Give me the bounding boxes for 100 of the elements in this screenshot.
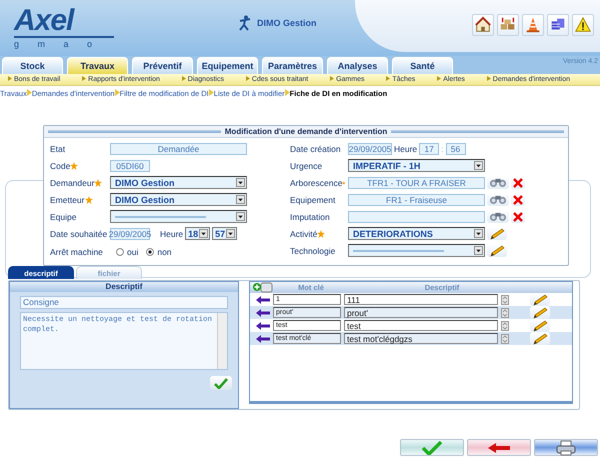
description-field[interactable]: 111 — [344, 294, 498, 305]
radio-label: non — [157, 247, 172, 257]
time-label: Heure — [160, 228, 184, 238]
field-label: Equipement — [290, 194, 336, 204]
checkmark-icon — [421, 440, 443, 454]
save-button[interactable] — [400, 439, 464, 456]
logo: Axel — [14, 6, 76, 36]
warning-icon[interactable] — [572, 14, 594, 36]
select-field[interactable] — [110, 210, 247, 223]
bullet-icon — [330, 76, 334, 81]
chevron-icon — [26, 89, 32, 96]
chevron-icon — [208, 89, 214, 96]
select-field[interactable]: IMPERATIF - 1H — [348, 159, 485, 172]
date-field[interactable]: 29/09/2005 — [110, 228, 150, 240]
section-header: Descriptif — [10, 282, 238, 292]
left-arrow-icon[interactable] — [256, 308, 270, 316]
nav-tab[interactable]: Stock — [2, 57, 63, 74]
boxes-icon[interactable] — [497, 14, 519, 36]
minute-field[interactable]: 56 — [446, 142, 466, 154]
delete-button[interactable] — [511, 193, 525, 206]
time-separator: : — [441, 144, 444, 154]
validate-button[interactable] — [210, 376, 232, 390]
spinner-icon[interactable] — [501, 320, 509, 330]
person-icon — [239, 15, 251, 31]
form-title: Modification d'une demande d'intervention — [224, 127, 388, 136]
field-label: Imputation — [290, 212, 330, 222]
edit-button[interactable] — [530, 319, 550, 332]
bullet-icon — [437, 76, 442, 81]
select-field[interactable] — [348, 244, 485, 257]
hour-field[interactable]: 17 — [419, 142, 440, 154]
user-name: DIMO Gestion — [257, 18, 317, 28]
hour-select[interactable]: 18 — [185, 227, 210, 240]
lookup-field[interactable]: FR1 - Fraiseuse — [348, 194, 485, 206]
chevron-icon — [114, 89, 120, 96]
field-label: Etat — [50, 144, 66, 154]
field-label: Activité — [290, 228, 318, 238]
binoculars-button[interactable] — [487, 176, 509, 189]
edit-button[interactable] — [487, 244, 507, 257]
select-field[interactable]: DETERIORATIONS — [348, 227, 485, 240]
field-label: Equipe — [50, 212, 76, 222]
logo-subtitle: g m a o — [14, 36, 114, 49]
radio-label: oui — [127, 247, 138, 257]
bullet-icon — [246, 76, 250, 81]
time-label: Heure — [394, 144, 418, 154]
nav-tab[interactable]: Préventif — [132, 57, 193, 74]
field-label: Arrêt machine — [50, 247, 103, 257]
printer-icon — [556, 440, 576, 456]
description-field[interactable]: prout' — [344, 307, 498, 318]
field-label: Demandeur — [50, 178, 94, 188]
field-label: Technologie — [290, 246, 336, 256]
date-field[interactable]: 29/09/2005 — [348, 142, 392, 154]
field-label: Date souhaitée — [50, 228, 108, 238]
field-label: Date création — [290, 144, 341, 154]
left-arrow-icon[interactable] — [256, 322, 270, 330]
field-label: Code — [50, 160, 70, 170]
title-field[interactable]: Consigne — [20, 296, 228, 309]
field-label: Urgence — [290, 160, 322, 170]
select-field[interactable]: DIMO Gestion — [110, 176, 247, 189]
edit-button[interactable] — [487, 227, 507, 240]
nav-tab[interactable]: Travaux — [67, 57, 128, 74]
left-arrow-icon[interactable] — [256, 296, 270, 304]
select-field[interactable]: DIMO Gestion — [110, 193, 247, 206]
bullet-icon — [486, 76, 491, 81]
back-button[interactable] — [467, 439, 531, 456]
description-field[interactable]: test mot'clégdgzs — [344, 333, 498, 344]
bullet-icon — [8, 76, 12, 81]
traffic-cone-icon[interactable] — [522, 14, 544, 36]
chevron-icon — [284, 89, 290, 96]
spinner-icon[interactable] — [501, 294, 509, 304]
field-label: Emetteur — [50, 194, 84, 204]
binoculars-button[interactable] — [487, 210, 509, 223]
nav-tab[interactable]: Paramètres — [262, 57, 323, 74]
nav-tab[interactable]: Santé — [392, 57, 453, 74]
spinner-icon[interactable] — [501, 334, 509, 344]
delete-button[interactable] — [511, 210, 525, 223]
lookup-field[interactable]: TFR1 - TOUR A FRAISER — [348, 176, 485, 188]
bullet-icon — [182, 76, 186, 81]
lookup-field[interactable] — [348, 210, 485, 222]
nav-tab[interactable]: Equipement — [197, 57, 258, 74]
home-icon[interactable] — [472, 14, 494, 36]
radio-button[interactable] — [116, 248, 124, 256]
binoculars-button[interactable] — [487, 193, 509, 206]
left-arrow-icon — [488, 442, 510, 452]
readonly-field: 05DI60 — [110, 160, 150, 172]
edit-button[interactable] — [530, 332, 550, 345]
radio-button[interactable] — [146, 248, 154, 256]
nav-tab[interactable]: Analyses — [327, 57, 388, 74]
bullet-icon — [386, 76, 390, 81]
left-arrow-icon[interactable] — [256, 334, 270, 342]
minute-select[interactable]: 57 — [212, 227, 238, 240]
readonly-field: Demandée — [110, 142, 247, 154]
bullet-icon — [82, 76, 86, 81]
blocks-icon[interactable] — [547, 14, 569, 36]
edit-button[interactable] — [530, 306, 550, 319]
delete-button[interactable] — [511, 176, 525, 189]
spinner-icon[interactable] — [501, 308, 509, 318]
field-label: Arborescence — [290, 178, 342, 188]
print-button[interactable] — [534, 439, 598, 456]
description-field[interactable]: test — [344, 320, 498, 331]
edit-button[interactable] — [530, 293, 550, 306]
